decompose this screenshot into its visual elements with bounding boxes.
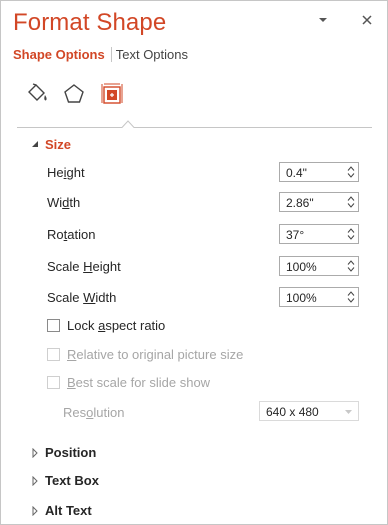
chevron-down-icon xyxy=(319,18,327,22)
tab-text-options[interactable]: Text Options xyxy=(110,47,188,62)
scale-height-value: 100% xyxy=(286,260,317,274)
chevron-down-icon xyxy=(345,410,352,414)
close-button[interactable] xyxy=(358,11,376,29)
fill-line-tab[interactable] xyxy=(25,81,51,107)
width-spinner[interactable]: 2.86" xyxy=(279,192,359,212)
spin-up-icon[interactable] xyxy=(347,290,355,297)
close-icon xyxy=(362,15,372,25)
collapsed-triangle-icon xyxy=(32,506,38,516)
expanded-triangle-icon xyxy=(32,141,38,147)
spin-up-icon[interactable] xyxy=(347,227,355,234)
spin-up-icon[interactable] xyxy=(347,259,355,266)
tab-divider xyxy=(17,115,372,129)
best-scale-slide-show-checkbox xyxy=(47,376,60,389)
effects-tab[interactable] xyxy=(61,81,87,107)
spin-up-icon[interactable] xyxy=(347,195,355,202)
collapsed-triangle-icon xyxy=(32,476,38,486)
spin-down-icon[interactable] xyxy=(347,266,355,273)
resolution-select: 640 x 480 xyxy=(259,401,359,421)
relative-original-size-checkbox xyxy=(47,348,60,361)
pentagon-icon xyxy=(64,84,84,103)
collapsed-triangle-icon xyxy=(32,448,38,458)
width-label: Width xyxy=(47,195,81,210)
height-label: Height xyxy=(47,165,85,180)
options-tabs: Shape Options Text Options xyxy=(13,47,188,65)
pane-title: Format Shape xyxy=(13,9,167,36)
spin-down-icon[interactable] xyxy=(347,297,355,304)
spin-down-icon[interactable] xyxy=(347,234,355,241)
rotation-spinner[interactable]: 37° xyxy=(279,224,359,244)
format-shape-pane: Format Shape Shape OptionsText Options xyxy=(0,0,388,525)
scale-height-label: Scale Height xyxy=(47,259,121,274)
rotation-label: Rotation xyxy=(47,227,96,242)
height-spinner[interactable]: 0.4" xyxy=(279,162,359,182)
relative-original-size-label: Relative to original picture size xyxy=(67,347,244,362)
spin-down-icon[interactable] xyxy=(347,172,355,179)
rotation-value: 37° xyxy=(286,228,305,242)
task-pane-options-button[interactable] xyxy=(314,11,332,29)
fill-line-icon xyxy=(28,83,47,101)
resolution-value: 640 x 480 xyxy=(266,405,319,419)
lock-aspect-ratio-label[interactable]: Lock aspect ratio xyxy=(67,318,165,333)
scale-width-spinner[interactable]: 100% xyxy=(279,287,359,307)
scale-height-spinner[interactable]: 100% xyxy=(279,256,359,276)
height-value: 0.4" xyxy=(286,166,307,180)
width-value: 2.86" xyxy=(286,196,314,210)
scale-width-label: Scale Width xyxy=(47,290,117,305)
tab-shape-options[interactable]: Shape Options xyxy=(13,47,111,62)
size-properties-tab[interactable] xyxy=(99,81,125,107)
best-scale-slide-show-label: Best scale for slide show xyxy=(67,375,211,390)
properties-scroll-area: Size Height 0.4" Width 2.86" Rotation 37… xyxy=(1,129,387,524)
scale-width-value: 100% xyxy=(286,291,317,305)
spin-down-icon[interactable] xyxy=(347,202,355,209)
lock-aspect-ratio-checkbox[interactable] xyxy=(47,319,60,332)
size-properties-icon xyxy=(101,83,123,104)
spin-up-icon[interactable] xyxy=(347,165,355,172)
resolution-label: Resolution xyxy=(63,405,125,420)
